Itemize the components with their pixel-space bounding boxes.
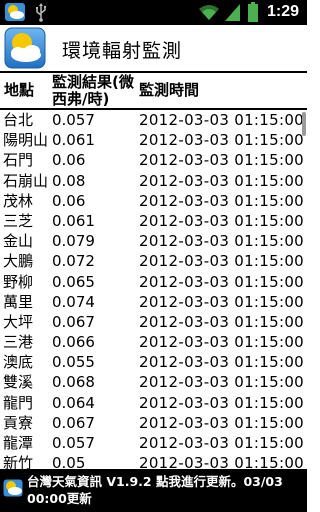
- site-cell: 萬里: [3, 292, 34, 311]
- value-cell: 0.06: [52, 191, 86, 210]
- time-cell: 2012-03-03 01:15:00: [139, 292, 305, 311]
- time-cell: 2012-03-03 01:15:00: [139, 373, 305, 392]
- value-cell: 0.061: [52, 131, 95, 150]
- title-bar: 環境輻射監測: [0, 25, 307, 71]
- sun-cloud-icon: [4, 27, 46, 69]
- time-cell: 2012-03-03 01:15:00: [139, 252, 305, 271]
- time-cell: 2012-03-03 01:15:00: [139, 272, 305, 291]
- site-cell: 石門: [3, 151, 34, 170]
- time-cell: 2012-03-03 01:15:00: [139, 434, 305, 452]
- weather-app-icon: [5, 3, 25, 21]
- time-cell: 2012-03-03 01:15:00: [139, 232, 305, 251]
- value-cell: 0.066: [52, 333, 95, 352]
- status-bar: 1:29: [0, 0, 307, 25]
- value-cell: 0.065: [52, 272, 95, 291]
- clock: 1:29: [267, 3, 300, 20]
- value-cell: 0.068: [52, 373, 95, 392]
- table-row[interactable]: 茂林 0.06 2012-03-03 01:15:00: [0, 191, 307, 211]
- site-cell: 三港: [3, 333, 34, 352]
- table-row[interactable]: 石崩山 0.08 2012-03-03 01:15:00: [0, 171, 307, 191]
- page-title: 環境輻射監測: [62, 40, 183, 62]
- usb-icon: [36, 3, 47, 22]
- column-header-time: 監測時間: [139, 81, 200, 99]
- table-row[interactable]: 三芝 0.061 2012-03-03 01:15:00: [0, 211, 307, 231]
- site-cell: 大坪: [3, 312, 34, 331]
- table-row[interactable]: 野柳 0.065 2012-03-03 01:15:00: [0, 272, 307, 292]
- time-cell: 2012-03-03 01:15:00: [139, 413, 305, 432]
- time-cell: 2012-03-03 01:15:00: [139, 131, 305, 150]
- value-cell: 0.064: [52, 393, 95, 412]
- site-cell: 大鵬: [3, 252, 34, 271]
- time-cell: 2012-03-03 01:15:00: [139, 211, 305, 230]
- site-cell: 三芝: [3, 211, 34, 230]
- site-cell: 金山: [3, 232, 34, 251]
- value-cell: 0.079: [52, 232, 95, 251]
- table-row[interactable]: 萬里 0.074 2012-03-03 01:15:00: [0, 292, 307, 312]
- table-row[interactable]: 龍門 0.064 2012-03-03 01:15:00: [0, 393, 307, 413]
- time-cell: 2012-03-03 01:15:00: [139, 333, 305, 352]
- table-row[interactable]: 金山 0.079 2012-03-03 01:15:00: [0, 231, 307, 251]
- site-cell: 龍潭: [3, 434, 34, 452]
- table-row[interactable]: 貢寮 0.067 2012-03-03 01:15:00: [0, 413, 307, 433]
- value-cell: 0.074: [52, 292, 95, 311]
- site-cell: 龍門: [3, 393, 34, 412]
- value-cell: 0.067: [52, 312, 95, 331]
- table-row[interactable]: 陽明山 0.061 2012-03-03 01:15:00: [0, 130, 307, 150]
- site-cell: 茂林: [3, 191, 34, 210]
- value-cell: 0.055: [52, 353, 95, 372]
- wifi-icon: [199, 5, 219, 20]
- time-cell: 2012-03-03 01:15:00: [139, 191, 305, 210]
- table-row[interactable]: 大鵬 0.072 2012-03-03 01:15:00: [0, 251, 307, 271]
- site-cell: 雙溪: [3, 373, 34, 392]
- sun-cloud-icon: [3, 479, 23, 497]
- table-row[interactable]: 雙溪 0.068 2012-03-03 01:15:00: [0, 372, 307, 392]
- column-header-site: 地點: [4, 81, 35, 99]
- time-cell: 2012-03-03 01:15:00: [139, 353, 305, 372]
- site-cell: 貢寮: [3, 413, 34, 432]
- table-header: 地點 監測結果(微西弗/時) 監測時間: [0, 71, 307, 109]
- site-cell: 野柳: [3, 272, 34, 291]
- table-row[interactable]: 台北 0.057 2012-03-03 01:15:00: [0, 110, 307, 130]
- time-cell: 2012-03-03 01:15:00: [139, 151, 305, 170]
- site-cell: 陽明山: [3, 131, 49, 150]
- table-row[interactable]: 大坪 0.067 2012-03-03 01:15:00: [0, 312, 307, 332]
- value-cell: 0.08: [52, 171, 86, 190]
- table-row[interactable]: 龍潭 0.057 2012-03-03 01:15:00: [0, 433, 307, 453]
- time-cell: 2012-03-03 01:15:00: [139, 312, 305, 331]
- value-cell: 0.061: [52, 211, 95, 230]
- table-row[interactable]: 石門 0.06 2012-03-03 01:15:00: [0, 150, 307, 170]
- table-body[interactable]: 台北 0.057 2012-03-03 01:15:00 陽明山 0.061 2012-0…: [0, 110, 307, 473]
- scrollbar[interactable]: [302, 112, 306, 136]
- site-cell: 台北: [3, 111, 34, 129]
- value-cell: 0.067: [52, 413, 95, 432]
- time-cell: 2012-03-03 01:15:00: [139, 393, 305, 412]
- update-notification[interactable]: 台灣天氣資訊 V1.9.2 點我進行更新。03/03 00:00更新: [0, 469, 307, 512]
- value-cell: 0.072: [52, 252, 95, 271]
- signal-icon: [225, 4, 240, 21]
- column-header-result: 監測結果(微西弗/時): [52, 73, 134, 108]
- value-cell: 0.06: [52, 151, 86, 170]
- value-cell: 0.057: [52, 111, 95, 129]
- battery-icon: [248, 2, 258, 22]
- value-cell: 0.057: [52, 434, 95, 452]
- time-cell: 2012-03-03 01:15:00: [139, 171, 305, 190]
- table-row[interactable]: 三港 0.066 2012-03-03 01:15:00: [0, 332, 307, 352]
- time-cell: 2012-03-03 01:15:00: [139, 111, 305, 129]
- table-row[interactable]: 澳底 0.055 2012-03-03 01:15:00: [0, 352, 307, 372]
- site-cell: 澳底: [3, 353, 34, 372]
- notification-text: 台灣天氣資訊 V1.9.2 點我進行更新。03/03 00:00更新: [27, 474, 283, 506]
- site-cell: 石崩山: [3, 171, 49, 190]
